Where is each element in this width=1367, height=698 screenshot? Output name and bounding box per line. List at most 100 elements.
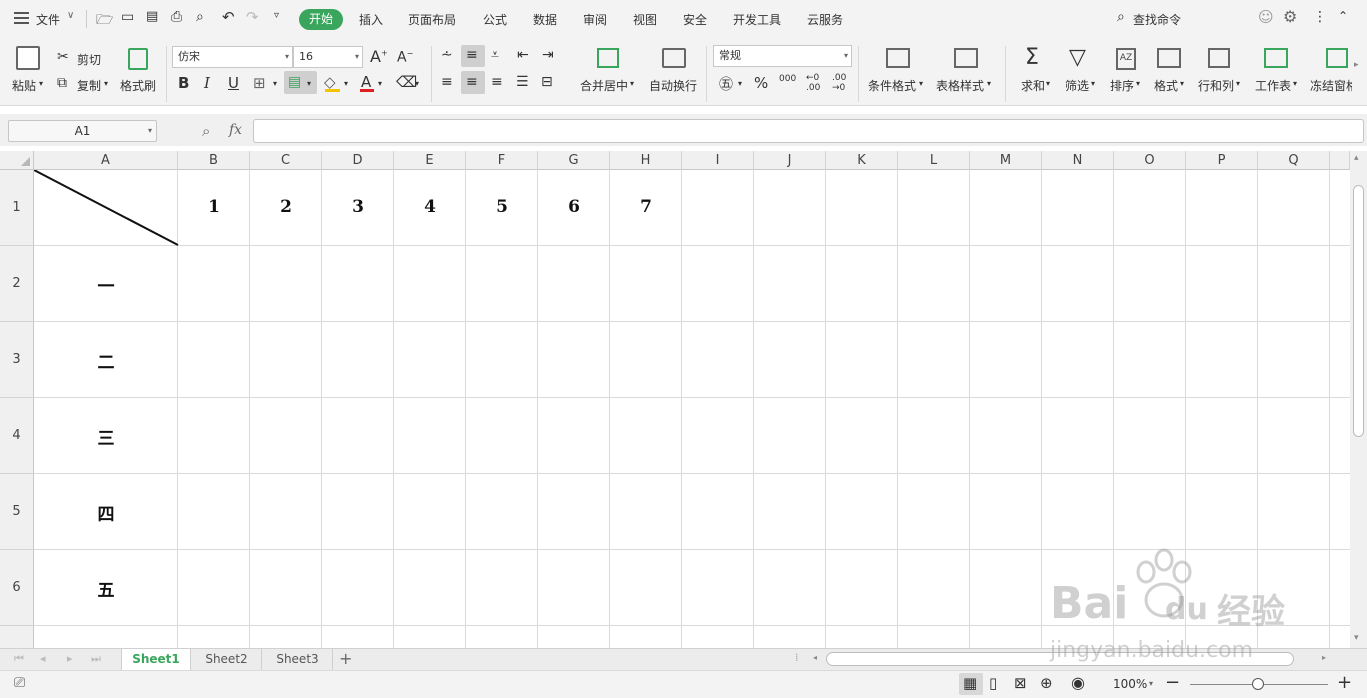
formula-input[interactable] <box>253 119 1364 143</box>
redo-icon[interactable]: ↷ <box>246 8 259 26</box>
sheet-tab-3[interactable]: Sheet3 <box>263 649 333 670</box>
align-left-icon[interactable]: ≡ <box>441 74 453 90</box>
cell-a4[interactable]: 三 <box>34 424 178 449</box>
column-header-m[interactable]: M <box>970 151 1042 170</box>
column-header-c[interactable]: C <box>250 151 322 170</box>
sheet-tab-2[interactable]: Sheet2 <box>192 649 262 670</box>
search-command[interactable]: 查找命令 <box>1133 11 1181 28</box>
select-all-corner[interactable] <box>0 151 34 170</box>
chevron-down-icon[interactable]: ▾ <box>378 79 382 88</box>
table-style-button[interactable]: 表格样式 <box>936 77 984 94</box>
export-pdf-icon[interactable]: ▤ <box>146 9 158 24</box>
fullscreen-icon[interactable]: ⊕ <box>1040 674 1053 692</box>
print-icon[interactable]: ⎙ <box>171 9 182 25</box>
rows-cols-button[interactable]: 行和列 <box>1198 77 1234 94</box>
cell-c1[interactable]: 2 <box>250 197 322 217</box>
tab-developer[interactable]: 开发工具 <box>733 11 781 28</box>
cell-b1[interactable]: 1 <box>178 197 250 217</box>
cell-a2[interactable]: 一 <box>34 272 178 297</box>
scroll-down-icon[interactable]: ▾ <box>1354 633 1359 643</box>
align-right-icon[interactable]: ≡ <box>491 74 503 90</box>
tab-formulas[interactable]: 公式 <box>483 11 507 28</box>
tab-splitter-icon[interactable]: ⁞ <box>795 651 799 664</box>
sort-button[interactable]: 排序 <box>1110 77 1134 94</box>
filter-button[interactable]: 筛选 <box>1065 77 1089 94</box>
percent-icon[interactable]: % <box>754 74 768 92</box>
column-header-b[interactable]: B <box>178 151 250 170</box>
vertical-scrollbar[interactable]: ▴ ▾ <box>1350 151 1367 648</box>
cell-g1[interactable]: 6 <box>538 197 610 217</box>
function-icon[interactable]: fx <box>229 122 242 138</box>
first-sheet-icon[interactable]: ⏮ <box>14 652 24 666</box>
column-header-k[interactable]: K <box>826 151 898 170</box>
chevron-down-icon[interactable]: ▾ <box>1149 679 1153 688</box>
conditional-format-button[interactable]: 条件格式 <box>868 77 916 94</box>
column-header-n[interactable]: N <box>1042 151 1114 170</box>
last-sheet-icon[interactable]: ⏭ <box>91 652 101 666</box>
bold-button[interactable]: B <box>178 74 189 92</box>
column-header-o[interactable]: O <box>1114 151 1186 170</box>
worksheet-button[interactable]: 工作表 <box>1255 77 1291 94</box>
tab-review[interactable]: 审阅 <box>583 11 607 28</box>
cell-a5[interactable]: 四 <box>34 500 178 525</box>
zoom-out-button[interactable]: − <box>1165 672 1180 693</box>
cell-d1[interactable]: 3 <box>322 197 394 217</box>
format-painter-icon[interactable] <box>128 48 148 70</box>
scroll-right-icon[interactable]: ▸ <box>1354 60 1359 70</box>
table-style-icon[interactable] <box>954 48 978 68</box>
vertical-scroll-thumb[interactable] <box>1353 185 1364 437</box>
freeze-panes-button[interactable]: 冻结窗格 <box>1310 77 1352 93</box>
wrap-text-button[interactable]: 自动换行 <box>649 77 697 94</box>
column-header-j[interactable]: J <box>754 151 826 170</box>
increase-font-icon[interactable]: A+ <box>370 47 388 66</box>
column-header-i[interactable]: I <box>682 151 754 170</box>
decrease-font-icon[interactable]: A− <box>397 49 413 66</box>
cell-e1[interactable]: 4 <box>394 197 466 217</box>
row-header-4[interactable]: 4 <box>0 398 34 474</box>
paste-button[interactable]: 粘贴 <box>12 77 36 94</box>
thousands-icon[interactable]: 000 <box>779 74 796 84</box>
merge-center-icon[interactable] <box>597 48 619 68</box>
column-header-f[interactable]: F <box>466 151 538 170</box>
tab-data[interactable]: 数据 <box>533 11 557 28</box>
horizontal-scroll-thumb[interactable] <box>826 652 1294 666</box>
justify-icon[interactable]: ☰ <box>516 74 529 90</box>
conditional-format-icon[interactable] <box>886 48 910 68</box>
sheet-tab-1[interactable]: Sheet1 <box>121 649 191 670</box>
print-preview-icon[interactable]: ⌕ <box>196 9 204 25</box>
zoom-slider-handle[interactable] <box>1252 678 1264 690</box>
zoom-level[interactable]: 100% <box>1113 677 1147 691</box>
search-icon[interactable]: ⌕ <box>1117 9 1125 25</box>
number-format-select[interactable]: 常规 ▾ <box>713 45 852 67</box>
italic-button[interactable]: I <box>204 74 210 92</box>
wrap-text-icon[interactable] <box>662 48 686 68</box>
row-header-2[interactable]: 2 <box>0 246 34 322</box>
collapse-ribbon-icon[interactable]: ⌃ <box>1338 9 1348 23</box>
eye-protection-icon[interactable]: ◉ <box>1071 673 1085 692</box>
align-bottom-icon[interactable]: ⩡ <box>491 47 499 63</box>
file-menu[interactable]: 文件 <box>36 11 60 28</box>
sum-icon[interactable]: Σ <box>1025 45 1039 70</box>
scroll-up-icon[interactable]: ▴ <box>1354 153 1359 163</box>
add-sheet-button[interactable]: + <box>339 649 352 668</box>
borders-icon[interactable]: ⊞ <box>253 74 266 92</box>
column-header-d[interactable]: D <box>322 151 394 170</box>
decrease-indent-icon[interactable]: ⇤ <box>517 47 529 63</box>
row-header-7[interactable]: 7 <box>0 626 34 648</box>
cell-h1[interactable]: 7 <box>610 197 682 217</box>
column-header-p[interactable]: P <box>1186 151 1258 170</box>
chevron-down-icon[interactable]: ∨ <box>67 10 74 21</box>
scroll-left-icon[interactable]: ◂ <box>813 653 817 662</box>
decrease-decimal-icon[interactable]: .00 →0 <box>832 73 846 93</box>
page-break-icon[interactable]: ⊠ <box>1014 674 1027 692</box>
gear-icon[interactable]: ⚙ <box>1283 7 1297 26</box>
zoom-in-button[interactable]: + <box>1337 672 1352 693</box>
distribute-icon[interactable]: ⊟ <box>541 74 553 90</box>
macro-record-icon[interactable]: ⎚ <box>14 675 25 691</box>
row-header-5[interactable]: 5 <box>0 474 34 550</box>
format-painter-button[interactable]: 格式刷 <box>120 77 156 94</box>
paste-icon[interactable] <box>16 46 40 70</box>
tab-page-layout[interactable]: 页面布局 <box>408 11 456 28</box>
merge-center-button[interactable]: 合并居中 <box>580 77 628 94</box>
column-header-l[interactable]: L <box>898 151 970 170</box>
